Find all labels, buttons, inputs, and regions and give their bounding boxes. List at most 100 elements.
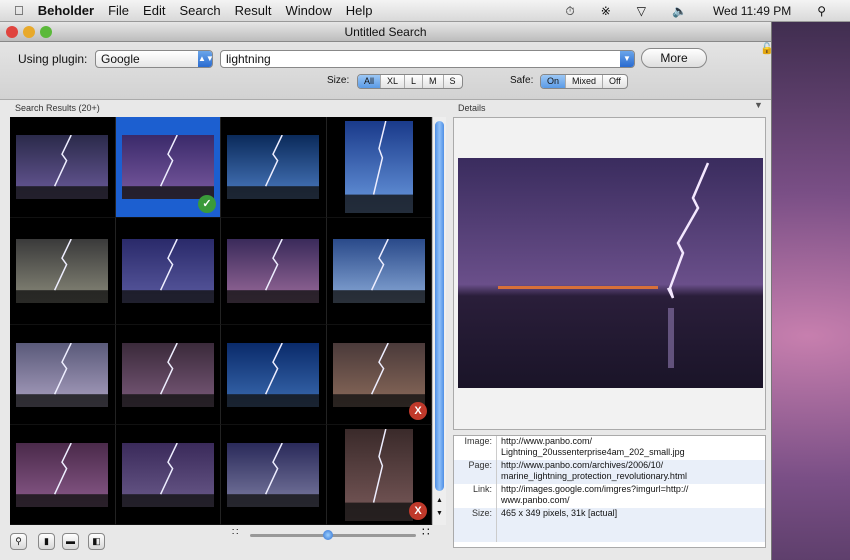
folder-icon: ▬ <box>66 536 75 546</box>
thumbnail-image <box>227 342 320 407</box>
result-thumbnail[interactable] <box>10 325 116 425</box>
details-value[interactable]: http://www.panbo.com/archives/2006/10/ m… <box>497 460 752 484</box>
close-button[interactable] <box>6 26 18 38</box>
details-row: Size: 465 x 349 pixels, 31k [actual] <box>454 508 765 542</box>
details-key: Page: <box>454 460 497 484</box>
size-m[interactable]: M <box>423 75 444 88</box>
result-thumbnail[interactable]: ✓ <box>115 117 221 218</box>
result-thumbnail[interactable]: X <box>326 425 432 525</box>
plugin-value: Google <box>101 52 140 66</box>
menu-edit[interactable]: Edit <box>143 3 165 18</box>
clock[interactable]: Wed 11:49 PM <box>713 4 791 18</box>
menu-search[interactable]: Search <box>179 3 220 18</box>
x-icon[interactable]: X <box>409 402 427 420</box>
scroll-thumb[interactable] <box>435 121 444 491</box>
small-grid-icon: ∷ <box>232 527 239 538</box>
result-thumbnail[interactable] <box>221 425 327 525</box>
dropdown-arrow-icon[interactable]: ▼ <box>620 51 634 67</box>
safe-segmented: On Mixed Off <box>540 74 628 89</box>
safe-mixed[interactable]: Mixed <box>566 75 604 88</box>
time-machine-icon[interactable]: ⏱ <box>565 4 574 19</box>
result-thumbnail[interactable] <box>10 425 116 525</box>
details-value[interactable]: http://www.panbo.com/ Lightning_20ussent… <box>497 436 752 460</box>
plugin-select[interactable]: Google ▲▼ <box>95 50 214 68</box>
thumbnail-size-slider[interactable] <box>250 530 416 540</box>
result-thumbnail[interactable] <box>10 218 116 325</box>
x-icon[interactable]: X <box>409 502 427 520</box>
search-query-input[interactable]: lightning <box>226 52 271 66</box>
zoom-button[interactable] <box>40 26 52 38</box>
size-s[interactable]: S <box>444 75 462 88</box>
search-query-combo[interactable]: lightning ▼ <box>220 50 635 68</box>
result-thumbnail[interactable] <box>221 218 327 325</box>
result-thumbnail[interactable] <box>115 325 221 425</box>
thumbnail-image <box>121 239 214 303</box>
scroll-down-icon[interactable]: ▼ <box>436 510 443 517</box>
result-thumbnail[interactable] <box>221 325 327 425</box>
checkmark-icon[interactable]: ✓ <box>198 195 216 213</box>
details-row: Link: http://images.google.com/imgres?img… <box>454 484 765 508</box>
thumbnail-image <box>16 239 109 303</box>
search-button[interactable]: ⚲ <box>10 533 27 550</box>
details-value[interactable]: 465 x 349 pixels, 31k [actual] <box>497 508 752 542</box>
thumbnail-image <box>344 121 413 213</box>
folder-button[interactable]: ▬ <box>62 533 79 550</box>
details-table: Image: http://www.panbo.com/ Lightning_20… <box>453 435 766 548</box>
lock-icon[interactable]: 🔓 <box>760 42 774 55</box>
menu-app[interactable]: Beholder <box>38 3 94 18</box>
document-icon: ▮ <box>44 536 49 546</box>
thumbnail-image <box>227 442 320 507</box>
details-disclosure-icon[interactable]: ▼ <box>754 100 763 110</box>
result-thumbnail[interactable] <box>115 218 221 325</box>
preview-image <box>458 158 763 388</box>
details-key: Size: <box>454 508 497 542</box>
menu-bar:  Beholder File Edit Search Result Windo… <box>0 0 850 22</box>
thumbnail-image <box>121 342 214 407</box>
large-grid-icon: ∷ <box>422 525 430 539</box>
safe-on[interactable]: On <box>541 75 567 88</box>
menu-help[interactable]: Help <box>346 3 373 18</box>
menu-file[interactable]: File <box>108 3 129 18</box>
details-row: Page: http://www.panbo.com/archives/2006/… <box>454 460 765 484</box>
more-button[interactable]: More <box>641 48 707 68</box>
result-thumbnail[interactable] <box>10 117 116 218</box>
thumbnail-image <box>344 428 413 521</box>
menu-result[interactable]: Result <box>235 3 272 18</box>
resize-icon: ◧ <box>92 536 101 546</box>
result-thumbnail[interactable] <box>221 117 327 218</box>
size-xl[interactable]: XL <box>381 75 406 88</box>
slider-knob[interactable] <box>323 530 334 540</box>
results-header: Search Results (20+) <box>15 103 100 113</box>
minimize-button[interactable] <box>23 26 35 38</box>
resize-button[interactable]: ◧ <box>88 533 105 550</box>
safe-off[interactable]: Off <box>603 75 627 88</box>
wifi-icon[interactable]: ▽ <box>637 4 646 18</box>
scroll-up-icon[interactable]: ▲ <box>436 497 443 504</box>
details-image-pane <box>453 117 766 430</box>
thumbnail-image <box>16 342 109 407</box>
size-all[interactable]: All <box>358 75 382 88</box>
plugin-label: Using plugin: <box>18 52 88 66</box>
apple-menu-icon[interactable]:  <box>14 3 24 18</box>
search-window: Untitled Search Using plugin: Google ▲▼ l… <box>0 22 774 560</box>
results-scrollbar[interactable]: ▲ ▼ <box>432 117 446 525</box>
details-key: Image: <box>454 436 497 460</box>
details-key: Link: <box>454 484 497 508</box>
bluetooth-icon[interactable]: ※ <box>601 4 611 18</box>
result-thumbnail[interactable] <box>326 117 432 218</box>
size-l[interactable]: L <box>405 75 424 88</box>
volume-icon[interactable]: 🔈 <box>672 4 687 18</box>
toolbar: Using plugin: Google ▲▼ lightning ▼ More 🔓… <box>0 42 774 100</box>
spotlight-icon[interactable]: ⚲ <box>817 4 826 18</box>
page-button[interactable]: ▮ <box>38 533 55 550</box>
details-value[interactable]: http://images.google.com/imgres?imgurl=h… <box>497 484 752 508</box>
title-bar: Untitled Search <box>0 22 771 42</box>
result-thumbnail[interactable]: X <box>326 325 432 425</box>
size-segmented: All XL L M S <box>357 74 463 89</box>
result-thumbnail[interactable] <box>326 218 432 325</box>
menu-window[interactable]: Window <box>286 3 332 18</box>
details-row: Image: http://www.panbo.com/ Lightning_20… <box>454 436 765 460</box>
thumbnail-image <box>227 239 320 303</box>
result-thumbnail[interactable] <box>115 425 221 525</box>
magnifier-icon: ⚲ <box>15 536 22 546</box>
